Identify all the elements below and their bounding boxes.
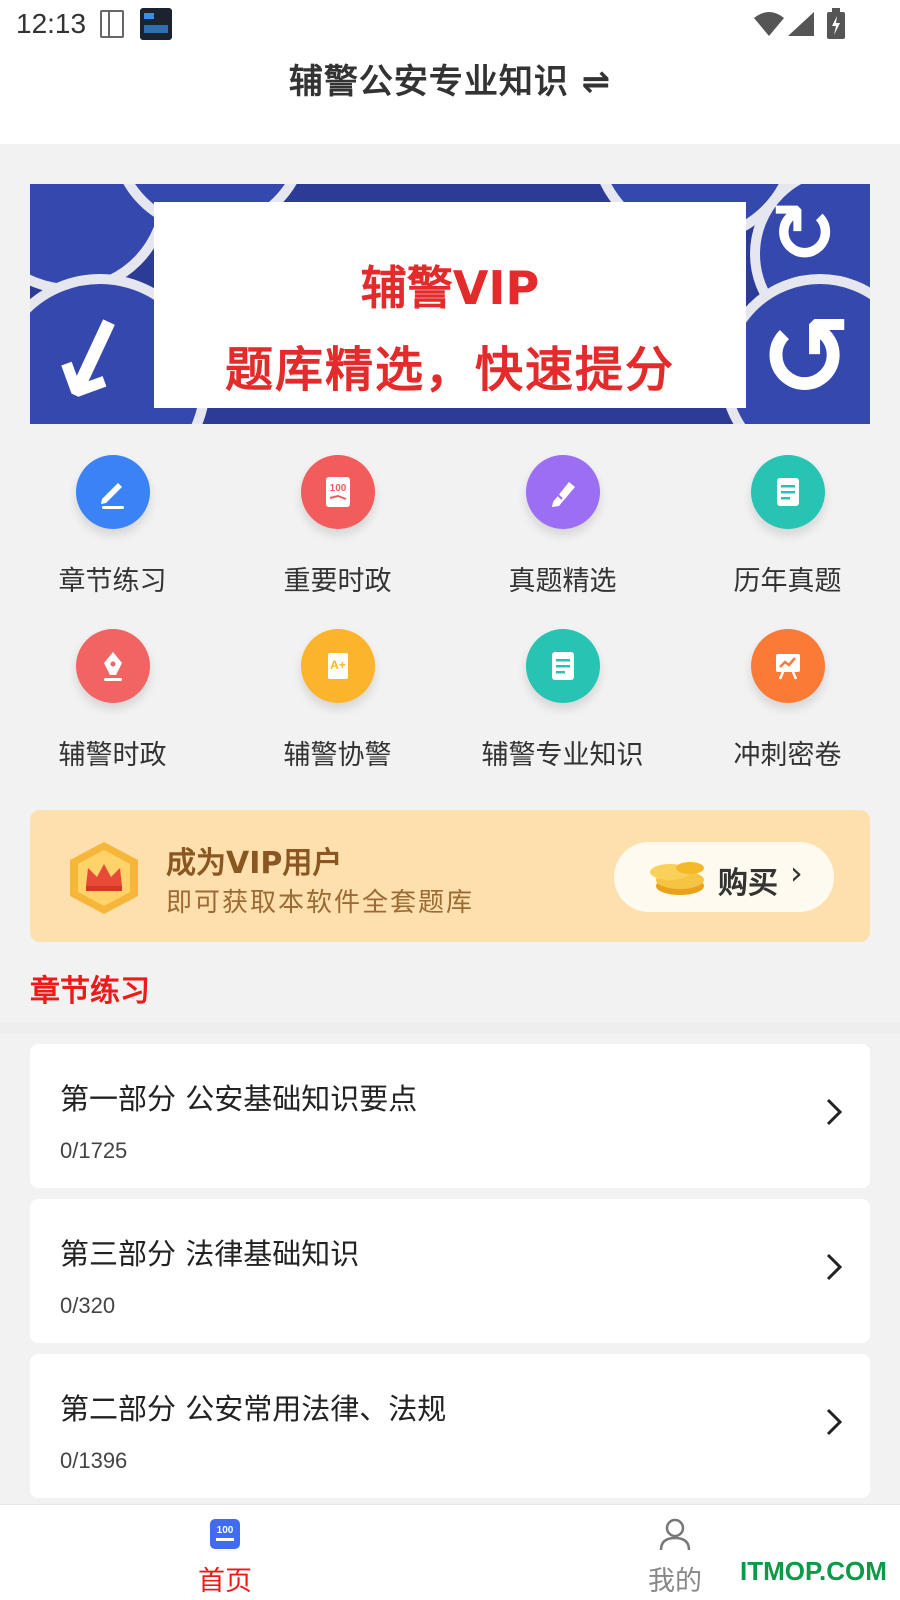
chapter-card[interactable]: 第二部分 公安常用法律、法规 0/1396 [30, 1354, 870, 1498]
vip-promo[interactable]: 成为VIP用户 即可获取本软件全套题库 购买 › [30, 810, 870, 942]
banner-slogan: 题库精选，快速提分 [224, 342, 675, 398]
chevron-right-icon: › [790, 854, 803, 892]
tab-mine-label: 我的 [648, 1566, 702, 1597]
vip-subtitle: 即可获取本软件全套题库 [166, 888, 475, 918]
vip-title: 成为VIP用户 [166, 846, 343, 881]
grid-item-sprint-papers[interactable]: 冲刺密卷 [675, 629, 900, 772]
tab-mine[interactable]: 我的 [615, 1517, 735, 1598]
sim-card-icon [100, 10, 124, 38]
chevron-right-icon [826, 1098, 843, 1126]
svg-text:100: 100 [329, 483, 346, 494]
grid-item-past-exams[interactable]: 历年真题 [675, 455, 900, 598]
chapter-progress: 0/1725 [60, 1138, 128, 1163]
edit-pen-icon [525, 455, 600, 529]
chevron-right-icon [826, 1408, 843, 1436]
tab-home[interactable]: 100 首页 [165, 1517, 285, 1598]
chapter-title: 第三部分 法律基础知识 [60, 1237, 360, 1271]
watermark: ITMOP.COM [740, 1556, 887, 1586]
chapter-progress: 0/320 [60, 1293, 116, 1318]
chart-board-icon [750, 629, 825, 703]
grid-label: 辅警协警 [283, 740, 392, 771]
crown-badge-icon [70, 842, 138, 914]
pencil-icon [75, 455, 150, 529]
grid-item-chapter-practice[interactable]: 章节练习 [0, 455, 225, 598]
chapter-progress: 0/1396 [60, 1448, 128, 1473]
status-bar: 12:13 [0, 0, 900, 48]
score-100-icon: 100 [210, 1519, 240, 1549]
grid-item-professional-knowledge[interactable]: 辅警专业知识 [450, 629, 675, 772]
svg-text:A+: A+ [330, 658, 346, 672]
section-title: 章节练习 [30, 974, 150, 1009]
notes-icon [525, 629, 600, 703]
battery-icon [827, 8, 845, 39]
wifi-icon [754, 12, 784, 36]
grid-label: 辅警专业知识 [481, 740, 644, 771]
document-icon [750, 455, 825, 529]
grid-label: 真题精选 [508, 566, 617, 597]
calendar-widget-icon [140, 8, 172, 40]
status-time: 12:13 [16, 8, 87, 39]
grid-item-current-affairs[interactable]: 100 重要时政 [225, 455, 450, 598]
grid-label: 重要时政 [283, 566, 392, 597]
grid-label: 辅警时政 [58, 740, 167, 771]
chevron-right-icon [826, 1253, 843, 1281]
grid-label: 冲刺密卷 [733, 740, 842, 771]
chapter-card[interactable]: 第三部分 法律基础知识 0/320 [30, 1199, 870, 1343]
chapter-card[interactable]: 第一部分 公安基础知识要点 0/1725 [30, 1044, 870, 1188]
svg-text:100: 100 [217, 1525, 234, 1536]
arrow-rotate-icon: ↺ [760, 293, 853, 421]
banner-headline: 辅警VIP [360, 261, 540, 315]
arrow-rotate-icon: ↻ [770, 187, 838, 280]
app-header: 辅警公安专业知识 ⇌ [0, 48, 900, 144]
chapter-title: 第二部分 公安常用法律、法规 [60, 1392, 447, 1426]
user-icon [659, 1518, 691, 1551]
grid-item-auxiliary-police[interactable]: A+ 辅警协警 [225, 629, 450, 772]
grid-item-auxiliary-affairs[interactable]: 辅警时政 [0, 629, 225, 772]
fountain-pen-icon [75, 629, 150, 703]
banner-card: 辅警VIP 题库精选，快速提分 [154, 202, 746, 408]
promo-banner[interactable]: ↙ ↻ ↺ 辅警VIP 题库精选，快速提分 [30, 184, 870, 424]
score-100-icon: 100 [300, 455, 375, 529]
buy-button-label: 购买 [718, 866, 778, 901]
signal-icon [788, 12, 814, 36]
tab-home-label: 首页 [198, 1566, 252, 1597]
grid-label: 章节练习 [58, 566, 167, 597]
chapter-title: 第一部分 公安基础知识要点 [60, 1082, 418, 1116]
grid-label: 历年真题 [733, 566, 842, 597]
page-title[interactable]: 辅警公安专业知识 ⇌ [0, 54, 900, 103]
coins-icon [650, 862, 704, 895]
buy-button[interactable]: 购买 › [614, 842, 834, 912]
grid-item-selected-questions[interactable]: 真题精选 [450, 455, 675, 598]
certificate-icon: A+ [300, 629, 375, 703]
divider [0, 1022, 900, 1034]
